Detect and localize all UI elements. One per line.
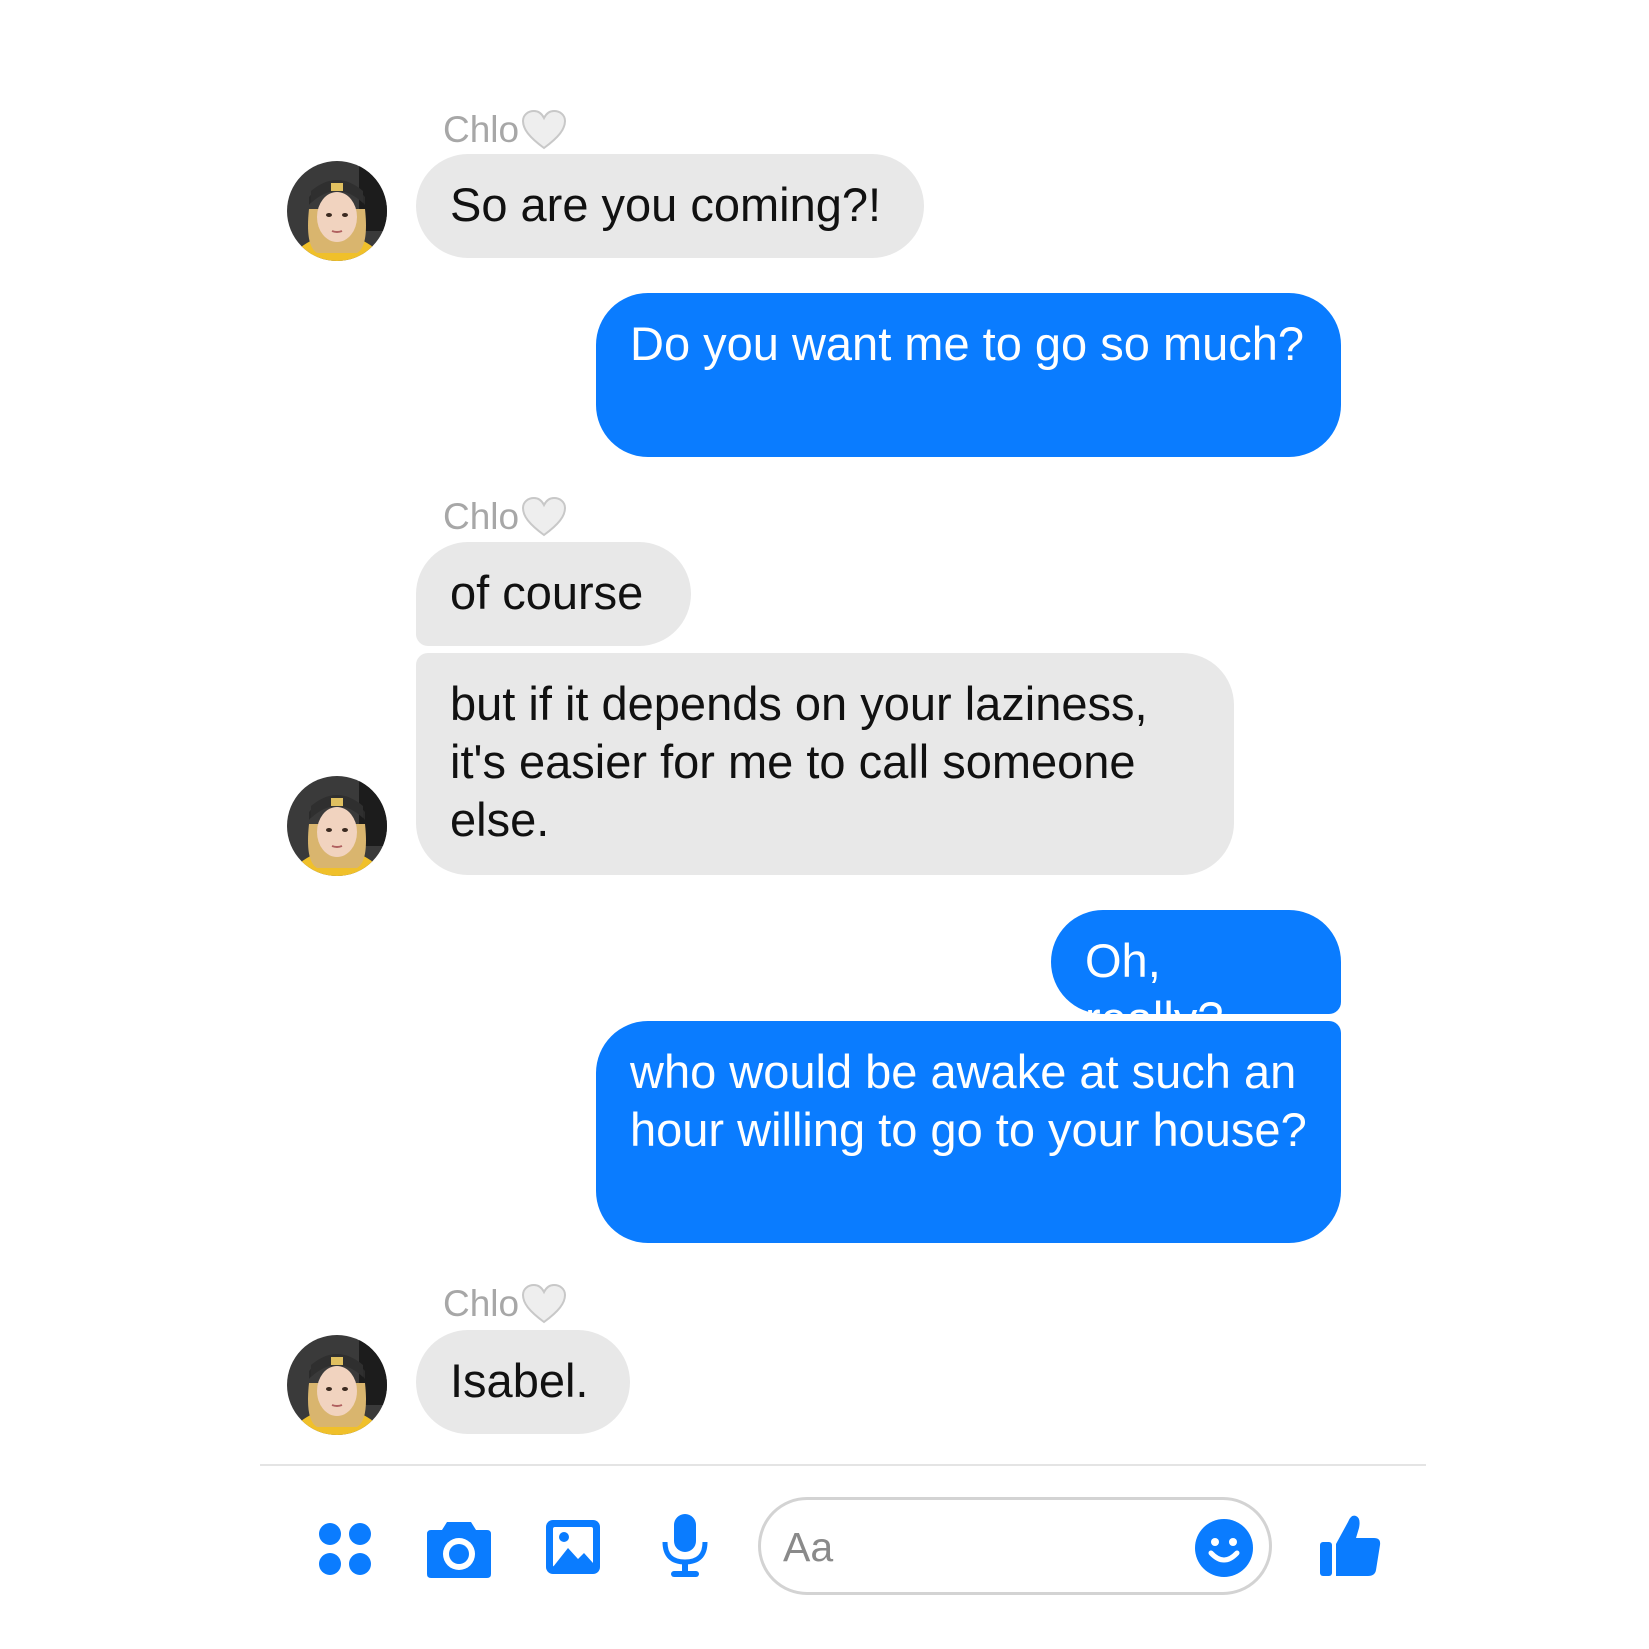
sender-label: Chlo — [443, 497, 567, 537]
incoming-message[interactable]: So are you coming?! — [416, 154, 924, 258]
camera-icon[interactable] — [425, 1518, 493, 1580]
message-text: So are you coming?! — [450, 178, 882, 231]
message-text: of course — [450, 566, 644, 619]
thumbs-up-icon[interactable] — [1318, 1510, 1382, 1578]
sender-label: Chlo — [443, 1284, 567, 1324]
outgoing-message[interactable]: Oh, really? — [1051, 910, 1341, 1045]
message-text: who would be awake at such an hour willi… — [630, 1045, 1307, 1156]
incoming-message[interactable]: of course — [416, 542, 691, 646]
sender-label: Chlo — [443, 110, 567, 150]
message-text: Do you want me to go so much? — [630, 317, 1305, 370]
incoming-message[interactable]: Isabel. — [416, 1330, 630, 1434]
avatar[interactable] — [287, 161, 387, 261]
menu-dots-icon[interactable] — [317, 1521, 373, 1577]
white-heart-icon — [522, 497, 567, 537]
white-heart-icon — [522, 110, 567, 150]
white-heart-icon — [522, 1284, 567, 1324]
avatar-photo — [287, 776, 387, 876]
message-text: but if it depends on your laziness, it's… — [450, 677, 1148, 846]
avatar-photo — [287, 161, 387, 261]
message-text: Isabel. — [450, 1354, 589, 1407]
sender-name: Chlo — [443, 1283, 520, 1324]
composer-divider — [260, 1464, 1426, 1466]
avatar[interactable] — [287, 776, 387, 876]
microphone-icon[interactable] — [661, 1512, 709, 1580]
sender-name: Chlo — [443, 496, 520, 537]
gallery-icon[interactable] — [544, 1518, 602, 1576]
sender-name: Chlo — [443, 109, 520, 150]
avatar-photo — [287, 1335, 387, 1435]
avatar[interactable] — [287, 1335, 387, 1435]
incoming-message[interactable]: but if it depends on your laziness, it's… — [416, 653, 1234, 875]
message-composer[interactable] — [758, 1497, 1272, 1595]
message-input[interactable] — [781, 1516, 1165, 1578]
outgoing-message[interactable]: Do you want me to go so much? — [596, 293, 1341, 457]
emoji-icon[interactable] — [1193, 1517, 1255, 1579]
outgoing-message[interactable]: who would be awake at such an hour willi… — [596, 1021, 1341, 1243]
